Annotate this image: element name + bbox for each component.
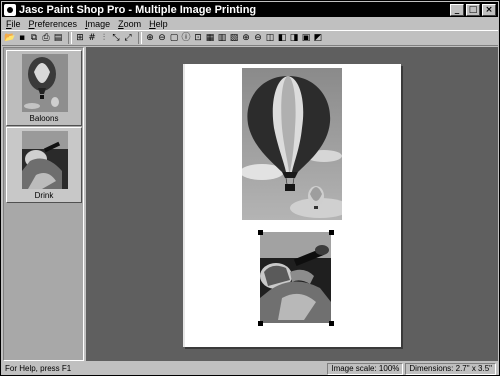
align-icon[interactable]: ⫶	[99, 33, 109, 43]
minimize-button[interactable]: _	[450, 3, 464, 16]
title-bar[interactable]: Jasc Paint Shop Pro - Multiple Image Pri…	[2, 2, 498, 17]
resize-handle-bottom-right[interactable]	[329, 321, 334, 326]
menu-image[interactable]: Image	[81, 19, 114, 29]
save-icon[interactable]: ▪	[17, 33, 27, 43]
menu-file[interactable]: File	[2, 19, 25, 29]
status-help-text: For Help, press F1	[5, 364, 72, 373]
toolbar-separator	[138, 32, 142, 44]
zoom-in-2-icon[interactable]: ⊕	[241, 33, 251, 43]
menu-label-rest: mage	[87, 18, 111, 29]
toolbar-separator	[68, 32, 72, 44]
menu-label-rest: ile	[11, 18, 21, 29]
dimensions-readout: Dimensions: 2.7" x 3.5"	[405, 362, 496, 375]
grid-icon[interactable]: ⊞	[75, 33, 85, 43]
page-edge	[183, 64, 185, 347]
thumbnail-label: Drink	[34, 191, 54, 200]
layout-5-icon[interactable]: ◧	[277, 33, 287, 43]
menu-help[interactable]: Help	[145, 19, 172, 29]
resize-handle-top-left[interactable]	[258, 230, 263, 235]
layout-7-icon[interactable]: ▣	[301, 33, 311, 43]
layout-2-icon[interactable]: ▥	[217, 33, 227, 43]
layout-1-icon[interactable]: ▦	[205, 33, 215, 43]
balloon-image[interactable]	[242, 68, 342, 220]
drink-image[interactable]	[260, 232, 331, 323]
zoom-out-icon[interactable]: ⊖	[157, 33, 167, 43]
app-icon[interactable]	[4, 3, 16, 16]
close-button[interactable]: ×	[482, 3, 496, 16]
thumbnail-label: Baloons	[29, 114, 59, 123]
maximize-button[interactable]: □	[466, 3, 480, 16]
menu-preferences[interactable]: Preferences	[25, 19, 82, 29]
resize-handle-top-right[interactable]	[329, 230, 334, 235]
status-bar: For Help, press F1 Image scale: 100% Dim…	[2, 362, 498, 375]
zoom-out-2-icon[interactable]: ⊖	[253, 33, 263, 43]
open-icon[interactable]: 📂	[4, 33, 15, 43]
info-icon[interactable]: ⓘ	[181, 33, 191, 43]
menu-label-rest: oom	[123, 18, 142, 29]
layout-3-icon[interactable]: ▧	[229, 33, 239, 43]
layout-8-icon[interactable]: ◩	[313, 33, 323, 43]
thumbnail-panel[interactable]: Baloons Drink	[3, 47, 84, 361]
copy-icon[interactable]: ⧉	[29, 33, 39, 43]
zoom-in-icon[interactable]: ⊕	[145, 33, 155, 43]
fit-icon[interactable]: ⤡	[111, 33, 121, 43]
balloon-thumbnail-icon	[22, 54, 68, 112]
layout-6-icon[interactable]: ◨	[289, 33, 299, 43]
menu-label-rest: references	[34, 18, 78, 29]
window-controls: _ □ ×	[450, 3, 496, 16]
image-scale-readout: Image scale: 100%	[327, 362, 404, 375]
print-icon[interactable]: ⎙	[41, 33, 51, 43]
app-window: Jasc Paint Shop Pro - Multiple Image Pri…	[0, 0, 500, 376]
menu-label-rest: elp	[155, 18, 168, 29]
print-preview-workspace[interactable]	[86, 47, 498, 361]
place-icon[interactable]: ⊡	[193, 33, 203, 43]
page-icon[interactable]: ▢	[169, 33, 179, 43]
stretch-icon[interactable]: ⤢	[123, 33, 133, 43]
hash-grid-icon[interactable]: #	[87, 33, 97, 43]
print-preview-icon[interactable]: ▤	[53, 33, 63, 43]
page-preview[interactable]	[183, 64, 401, 347]
toolbar: 📂 ▪ ⧉ ⎙ ▤ ⊞ # ⫶ ⤡ ⤢ ⊕ ⊖ ▢ ⓘ ⊡ ▦ ▥ ▧ ⊕ ⊖ ◫ ◧ ◨ ▣ ◩	[2, 30, 498, 46]
drink-thumbnail-icon	[22, 131, 68, 189]
resize-handle-bottom-left[interactable]	[258, 321, 263, 326]
menu-bar: File Preferences Image Zoom Help	[2, 18, 498, 29]
thumbnail-baloons[interactable]: Baloons	[6, 50, 82, 126]
layout-4-icon[interactable]: ◫	[265, 33, 275, 43]
window-title: Jasc Paint Shop Pro - Multiple Image Pri…	[19, 3, 257, 16]
menu-zoom[interactable]: Zoom	[114, 19, 145, 29]
thumbnail-drink[interactable]: Drink	[6, 127, 82, 203]
